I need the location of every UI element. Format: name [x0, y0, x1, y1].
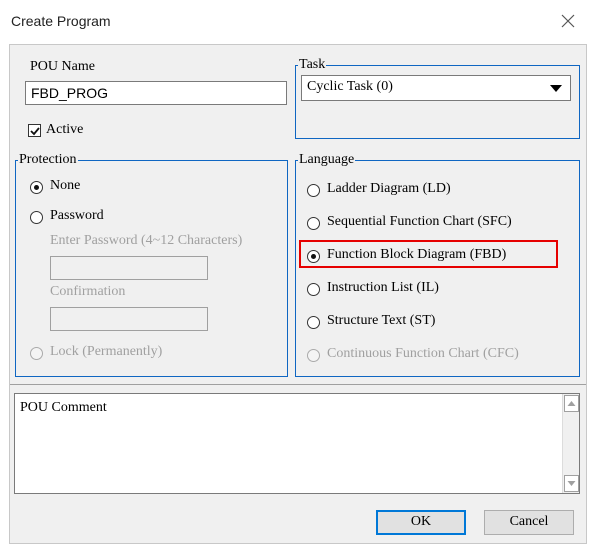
- language-sfc-radio[interactable]: [307, 217, 320, 230]
- pou-name-input[interactable]: FBD_PROG: [25, 81, 287, 105]
- language-sfc-label: Sequential Function Chart (SFC): [327, 214, 512, 229]
- active-checkbox[interactable]: [28, 124, 41, 137]
- language-ld-radio[interactable]: [307, 184, 320, 197]
- language-cfc-label: Continuous Function Chart (CFC): [327, 346, 519, 361]
- task-group-title: Task: [298, 57, 327, 73]
- language-il-radio[interactable]: [307, 283, 320, 296]
- checkmark-icon: [30, 127, 40, 136]
- task-select-value: Cyclic Task (0): [307, 79, 393, 94]
- close-button[interactable]: [553, 6, 583, 36]
- title-bar: Create Program: [0, 0, 589, 44]
- language-st-radio[interactable]: [307, 316, 320, 329]
- scroll-up-icon: [564, 395, 579, 412]
- protection-group-title: Protection: [18, 152, 78, 168]
- language-ld-label: Ladder Diagram (LD): [327, 181, 451, 196]
- close-icon: [561, 14, 575, 28]
- language-fbd-label: Function Block Diagram (FBD): [327, 247, 507, 262]
- pou-name-label: POU Name: [30, 59, 95, 74]
- scroll-up-button[interactable]: [564, 395, 579, 412]
- confirmation-label: Confirmation: [50, 284, 126, 299]
- language-group-title: Language: [298, 152, 356, 168]
- dropdown-arrow-icon: [550, 85, 562, 92]
- task-group: Task Cyclic Task (0): [295, 57, 580, 139]
- window-title: Create Program: [11, 13, 111, 29]
- separator: [10, 384, 586, 385]
- protection-none-label: None: [50, 178, 81, 193]
- protection-lock-label: Lock (Permanently): [50, 344, 163, 359]
- protection-password-label: Password: [50, 208, 104, 223]
- ok-button[interactable]: OK: [376, 510, 466, 535]
- protection-none-radio[interactable]: [30, 181, 43, 194]
- task-select[interactable]: Cyclic Task (0): [301, 75, 571, 101]
- cancel-button[interactable]: Cancel: [484, 510, 574, 535]
- enter-password-label: Enter Password (4~12 Characters): [50, 233, 243, 248]
- language-cfc-radio[interactable]: [307, 349, 320, 362]
- language-fbd-radio[interactable]: [307, 250, 320, 263]
- password-input[interactable]: [50, 256, 208, 280]
- scroll-down-icon: [564, 475, 579, 492]
- protection-lock-radio[interactable]: [30, 347, 43, 360]
- language-st-label: Structure Text (ST): [327, 313, 436, 328]
- protection-password-radio[interactable]: [30, 211, 43, 224]
- pou-comment-textarea[interactable]: POU Comment: [14, 393, 580, 494]
- language-il-label: Instruction List (IL): [327, 280, 439, 295]
- confirmation-input[interactable]: [50, 307, 208, 331]
- scroll-down-button[interactable]: [564, 475, 579, 492]
- pou-comment-text: POU Comment: [20, 400, 107, 415]
- dialog-body: POU Name FBD_PROG Active Task Cyclic Tas…: [9, 44, 587, 544]
- protection-group: Protection None Password Enter Password …: [15, 152, 288, 377]
- language-group: Language Ladder Diagram (LD) Sequential …: [295, 152, 580, 377]
- active-label: Active: [46, 122, 84, 137]
- comment-scrollbar[interactable]: [562, 394, 579, 493]
